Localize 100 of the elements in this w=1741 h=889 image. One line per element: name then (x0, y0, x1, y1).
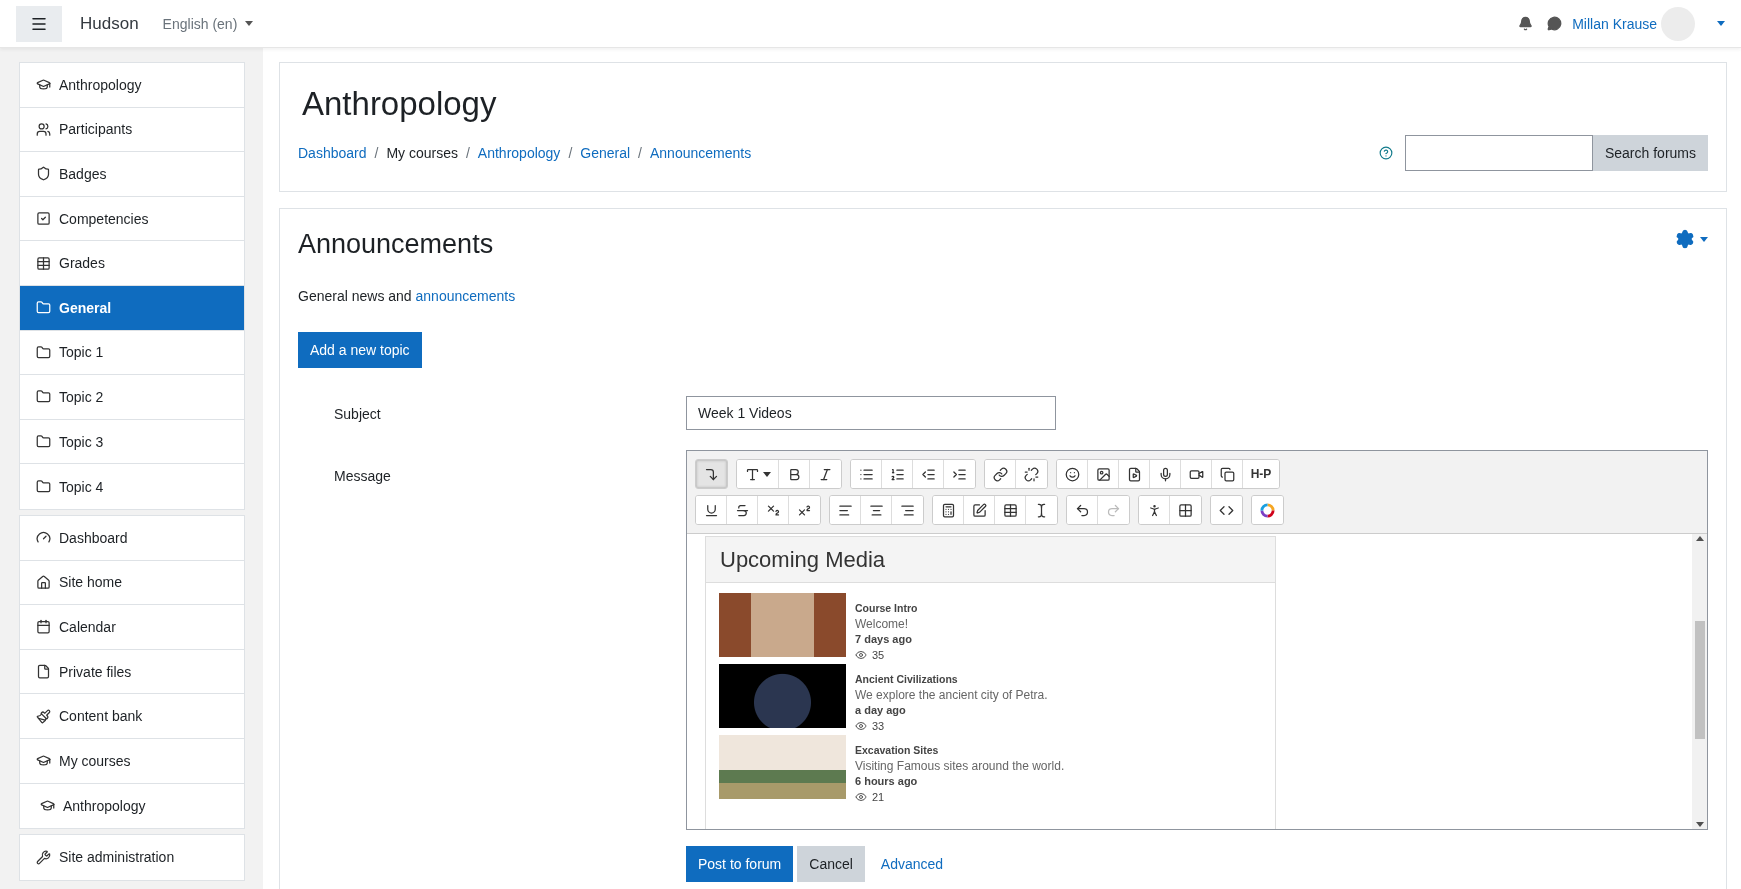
calculator-button[interactable] (933, 496, 964, 524)
breadcrumb-separator: / (638, 145, 642, 161)
font-style-icon (744, 466, 760, 482)
graduation-cap-icon (40, 798, 55, 814)
media-time: a day ago (855, 703, 907, 718)
table-icon (36, 255, 51, 271)
logo-button[interactable] (1252, 496, 1283, 524)
image-icon (1095, 466, 1111, 482)
font-style-button[interactable] (737, 460, 779, 488)
view-count: 35 (872, 647, 885, 663)
caret-icon[interactable] (1717, 21, 1725, 26)
chat-icon[interactable] (1547, 16, 1563, 31)
eye-icon (855, 720, 867, 733)
cancel-button[interactable]: Cancel (797, 846, 865, 882)
site-name[interactable]: Hudson (80, 13, 139, 34)
subject-label: Subject (333, 405, 382, 424)
outdent-icon (920, 466, 936, 482)
post-button[interactable]: Post to forum (686, 846, 794, 882)
caret-icon (1700, 236, 1708, 242)
media-description: Welcome! (855, 616, 910, 632)
copy-icon (1219, 466, 1235, 482)
shield-icon (36, 166, 51, 182)
settings-button[interactable] (1675, 229, 1708, 249)
message-label: Message (333, 467, 392, 486)
undo-icon (1074, 502, 1090, 518)
breadcrumb-link[interactable]: Anthropology (477, 145, 561, 161)
graduation-cap-icon (36, 77, 51, 93)
folder-icon (36, 300, 51, 316)
graduation-cap-icon (36, 753, 51, 769)
underline-button[interactable] (696, 496, 727, 524)
accessibility-button[interactable] (1139, 496, 1170, 524)
indent-icon (952, 466, 967, 482)
underline-icon (703, 502, 719, 518)
media-time: 7 days ago (855, 632, 913, 647)
breadcrumb-link[interactable]: Announcements (649, 145, 752, 161)
search-field[interactable] (1404, 135, 1593, 171)
toolbar-toggle-icon (704, 466, 719, 482)
superscript-icon (797, 502, 812, 518)
table-icon (1002, 502, 1018, 518)
align-right-icon (900, 502, 915, 518)
forum-description: General news and announcements (298, 288, 517, 304)
folder-icon (36, 344, 51, 360)
view-count: 33 (872, 718, 885, 734)
scrollbar[interactable] (1692, 534, 1707, 829)
add-topic-button[interactable]: Add a new topic (298, 332, 422, 368)
users-icon (36, 121, 51, 137)
media-time: 6 hours ago (855, 774, 919, 789)
bell-icon[interactable] (1518, 16, 1534, 31)
search-button[interactable]: Search forums (1592, 135, 1708, 171)
user-name[interactable]: Millan Krause (1572, 15, 1657, 32)
advanced-link[interactable]: Advanced (880, 856, 944, 872)
align-center-icon (868, 502, 884, 518)
media-description: Visiting Famous sites around the world. (855, 758, 1065, 774)
undo-button[interactable] (1067, 496, 1098, 524)
caret-icon (245, 21, 254, 26)
align-left-icon (837, 502, 853, 518)
redo-icon (1106, 502, 1121, 518)
page-title: Anthropology (302, 85, 498, 123)
eye-icon (855, 791, 867, 804)
settings-icon (1675, 229, 1695, 249)
microphone-icon (1157, 466, 1173, 482)
breadcrumb-link[interactable]: Dashboard (298, 145, 367, 161)
language-menu[interactable]: English (en) (162, 15, 254, 32)
breadcrumb-separator: / (465, 145, 470, 161)
align-left-button[interactable] (830, 496, 861, 524)
forum-title: Announcements (298, 229, 494, 260)
calendar-icon (36, 619, 51, 635)
emoji-button[interactable] (1057, 460, 1088, 488)
swirl-logo-icon (1260, 502, 1275, 518)
view-count: 21 (872, 789, 885, 805)
emoji-icon (1064, 466, 1080, 482)
announcements-link[interactable]: announcements (415, 288, 516, 304)
eye-icon (855, 649, 867, 662)
calculator-icon (940, 502, 956, 518)
breadcrumb-link[interactable]: General (580, 145, 631, 161)
widget-title: Upcoming Media (720, 546, 886, 573)
help-icon (1378, 146, 1393, 160)
toolbar-toggle-button[interactable] (696, 460, 727, 488)
media-title[interactable]: Course Intro (855, 601, 918, 617)
link-button[interactable] (985, 460, 1016, 488)
media-title[interactable]: Excavation Sites (855, 743, 1065, 759)
photo-placeholder[interactable] (719, 593, 846, 657)
code-button[interactable] (1211, 496, 1242, 524)
bullet-list-button[interactable] (851, 460, 882, 488)
subscript-icon (765, 502, 781, 518)
message-editor[interactable]: H-P Upcoming Media Course Intro Welcome! 7 days ago 35 Ancient Civilizations We explore the ancient city of Petra. a day ago 33 Excavation Sites Visiting Famous sites around the world. 6 hours ago 21 (686, 450, 1708, 830)
caret-icon (762, 471, 771, 477)
edit-icon (971, 502, 987, 518)
paintbrush-icon (36, 708, 51, 724)
link-icon (992, 466, 1008, 482)
sidebar-item[interactable]: General (20, 285, 244, 331)
strikethrough-icon (734, 502, 750, 518)
file-icon (36, 664, 51, 679)
bullet-list-icon (858, 466, 874, 482)
photo-placeholder[interactable] (719, 735, 846, 799)
folder-icon (36, 389, 51, 405)
folder-icon (36, 479, 51, 495)
subject-field[interactable]: Week 1 Videos (686, 396, 1056, 430)
menu-button[interactable] (16, 5, 62, 42)
media-title[interactable]: Ancient Civilizations (855, 672, 1048, 688)
